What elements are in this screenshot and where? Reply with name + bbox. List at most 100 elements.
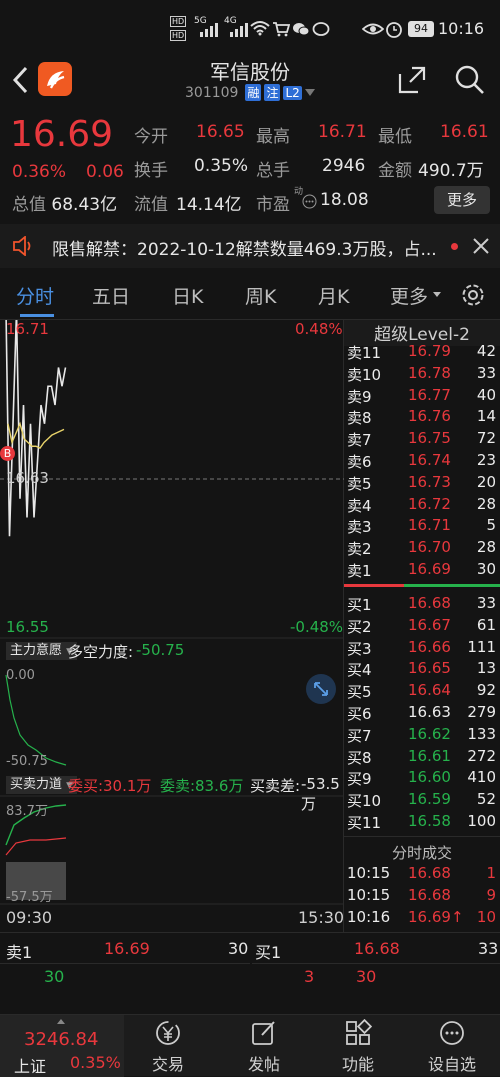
amount-label: 金额	[378, 161, 412, 181]
indicator2-name: 买卖力道	[10, 777, 63, 792]
bid-row[interactable]: 买9 16.60 410	[344, 768, 500, 790]
ask-row[interactable]: 卖8 16.76 14	[344, 407, 500, 429]
level-volume: 33	[476, 363, 496, 382]
level-volume: 42	[476, 342, 496, 360]
indicator1-bottom: -50.75	[6, 754, 48, 769]
back-icon[interactable]	[10, 66, 30, 94]
diff-label: 买卖差:	[250, 777, 301, 795]
level-label: 卖2	[347, 540, 372, 559]
notice-bar[interactable]: 限售解禁：2022-10-12解禁数量469.3万股，占...	[0, 224, 500, 268]
level-label: 卖10	[347, 365, 382, 384]
trade-icon	[156, 1021, 180, 1045]
tab-more[interactable]: 更多	[390, 282, 428, 309]
rong-badge: 融	[245, 84, 262, 101]
buy-marker[interactable]: B	[0, 446, 15, 461]
tab-weekly-k[interactable]: 周K	[245, 282, 276, 309]
nav-watchlist[interactable]: 设自选	[412, 1019, 492, 1075]
index-pct: 0.35%	[70, 1053, 121, 1072]
level-price: 16.62	[408, 724, 451, 743]
level-price: 16.79	[408, 342, 451, 360]
index-name: 上证	[14, 1057, 47, 1076]
bid-row[interactable]: 买5 16.64 92	[344, 681, 500, 703]
nav-post[interactable]: 发帖	[224, 1019, 304, 1075]
avg-price-line	[7, 421, 65, 450]
bid-row[interactable]: 买7 16.62 133	[344, 725, 500, 747]
ask-row[interactable]: 卖10 16.78 33	[344, 364, 500, 386]
level-price: 16.76	[408, 407, 451, 426]
more-dots-icon[interactable]	[302, 194, 317, 209]
ask-row[interactable]: 卖3 16.71 5	[344, 516, 500, 538]
ask-row[interactable]: 卖2 16.70 28	[344, 538, 500, 560]
stock-code: 301109	[185, 84, 239, 101]
bid-row[interactable]: 买2 16.67 61	[344, 616, 500, 638]
ask-row[interactable]: 卖4 16.72 28	[344, 495, 500, 517]
close-icon[interactable]	[472, 237, 490, 255]
bid-row[interactable]: 买4 16.65 13	[344, 659, 500, 681]
level-label: 买3	[347, 639, 372, 658]
expand-up-icon	[57, 1019, 65, 1024]
ask-row[interactable]: 卖5 16.73 20	[344, 473, 500, 495]
ask-queue-order: 30	[44, 967, 65, 986]
ask-vol-value: 83.6万	[195, 777, 244, 795]
bid-row[interactable]: 买1 16.68 33	[344, 594, 500, 616]
ask-row[interactable]: 卖11 16.79 42	[344, 342, 500, 364]
mcap-row: 总值 68.43亿	[12, 190, 117, 215]
notice-text: 限售解禁：2022-10-12解禁数量469.3万股，占...	[52, 240, 437, 260]
bid-row[interactable]: 买10 16.59 52	[344, 790, 500, 812]
level-price: 16.59	[408, 790, 451, 809]
tick-volume: 10	[476, 908, 496, 926]
logo-mark-icon	[47, 71, 65, 89]
indicator1-selector[interactable]: 主力意愿 ▼	[6, 642, 78, 660]
current-price: 16.69	[10, 114, 114, 155]
app-logo	[38, 62, 72, 96]
expand-button[interactable]	[306, 674, 336, 704]
ticks-title[interactable]: 分时成交	[344, 842, 500, 863]
indicator2-selector[interactable]: 买卖力道 ▼	[6, 776, 78, 794]
intraday-chart-area[interactable]: 16.71 0.48% 16.63 16.55 -0.48% B 主力意愿 ▼ …	[0, 320, 344, 932]
nav-trade[interactable]: 交易	[128, 1019, 208, 1075]
level-price: 16.60	[408, 768, 451, 787]
queue-bid-label: 买1	[255, 943, 282, 962]
ask-row[interactable]: 卖6 16.74 23	[344, 451, 500, 473]
level-label: 买7	[347, 726, 372, 745]
level-volume: 30	[476, 560, 496, 578]
tick-price: 16.68	[408, 864, 451, 882]
open-label: 今开	[134, 127, 168, 147]
tab-intraday[interactable]: 分时	[16, 282, 54, 309]
bottom-nav: 3246.84 上证 0.35% 交易 发帖 功能 设自选	[0, 1014, 500, 1077]
bid-row[interactable]: 买3 16.66 111	[344, 638, 500, 660]
more-button[interactable]: 更多	[434, 186, 490, 214]
share-icon[interactable]	[398, 66, 426, 94]
level-price: 16.61	[408, 746, 451, 765]
indicator2-top: 83.7万	[6, 804, 48, 819]
ask-row[interactable]: 卖1 16.69 30	[344, 560, 500, 582]
level-label: 卖5	[347, 474, 372, 493]
bid-row[interactable]: 买11 16.58 100	[344, 812, 500, 834]
tab-five-day[interactable]: 五日	[92, 282, 130, 309]
level-price: 16.75	[408, 429, 451, 448]
float-value: 14.14亿	[176, 195, 242, 215]
tab-daily-k[interactable]: 日K	[172, 282, 203, 309]
nav-functions[interactable]: 功能	[318, 1019, 398, 1075]
level-volume: 40	[476, 385, 496, 404]
level-volume: 61	[476, 615, 496, 634]
bid-row[interactable]: 买6 16.63 279	[344, 703, 500, 725]
order-book: 超级Level-2 卖11 16.79 42 卖10 16.78 33 卖9 16.77 40 卖…	[344, 320, 500, 932]
hd-badge-2: HD	[170, 30, 187, 41]
tab-monthly-k[interactable]: 月K	[318, 282, 349, 309]
bid-row[interactable]: 买8 16.61 272	[344, 747, 500, 769]
search-icon[interactable]	[454, 64, 486, 96]
level-label: 卖4	[347, 496, 372, 515]
wifi-icon	[250, 21, 270, 36]
ask-row[interactable]: 卖7 16.75 72	[344, 429, 500, 451]
level-volume: 72	[476, 429, 496, 448]
settings-gear-icon[interactable]	[460, 282, 486, 308]
ask-row[interactable]: 卖9 16.77 40	[344, 386, 500, 408]
indicator1-label: 多空力度:	[68, 643, 134, 661]
level-label: 买11	[347, 814, 382, 832]
caret-down-icon[interactable]	[304, 88, 315, 97]
index-ticker[interactable]: 3246.84 上证 0.35%	[0, 1015, 124, 1077]
mcap-label: 总值	[12, 195, 46, 215]
speaker-icon	[13, 236, 31, 256]
signal-icon-2	[230, 23, 248, 37]
